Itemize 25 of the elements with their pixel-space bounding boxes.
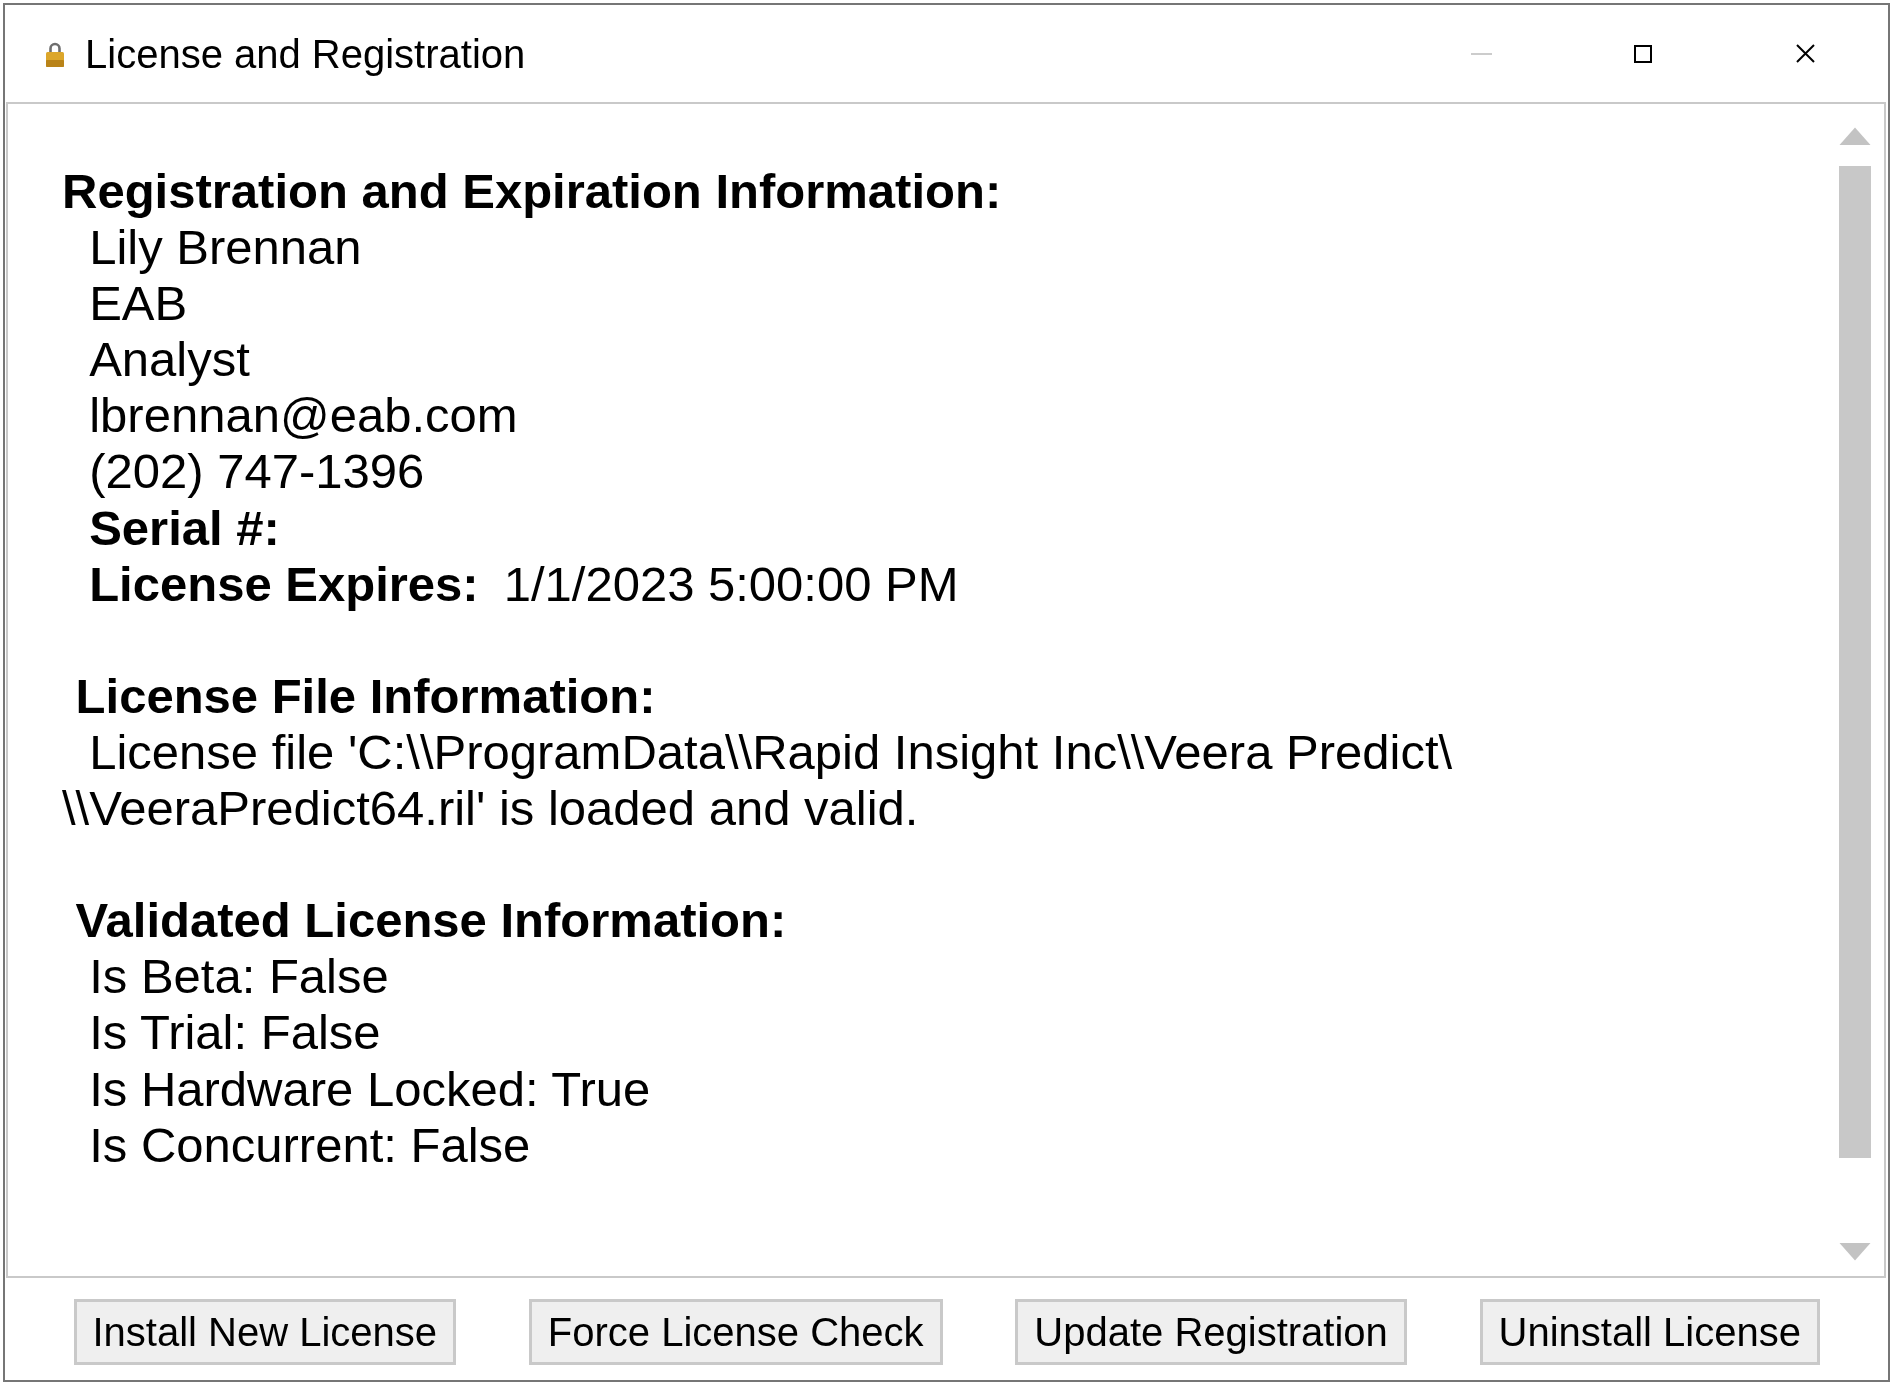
detail-text: Is Concurrent: False bbox=[89, 1117, 531, 1172]
license-file-text: License file 'C:\\ProgramData\\Rapid Insight Inc\\Veera Predict\\\VeeraPredict64.ril' is loaded and valid. bbox=[62, 723, 1454, 837]
dialog-button[interactable]: Force License Check bbox=[528, 1299, 943, 1365]
scroll-up-icon[interactable] bbox=[1839, 127, 1871, 145]
section-heading: License File Information: bbox=[75, 668, 656, 723]
window-title: License and Registration bbox=[85, 30, 526, 77]
detail-text: EAB bbox=[89, 276, 188, 331]
detail-text: Is Trial: False bbox=[89, 1005, 381, 1060]
lock-icon bbox=[46, 40, 64, 67]
dialog-button[interactable]: Install New License bbox=[73, 1299, 457, 1365]
detail-text: Is Hardware Locked: True bbox=[89, 1061, 651, 1116]
detail-text: Lily Brennan bbox=[89, 220, 362, 275]
scroll-down-icon[interactable] bbox=[1839, 1243, 1871, 1261]
scrollbar-thumb[interactable] bbox=[1839, 166, 1871, 1158]
section-heading: Registration and Expiration Information: bbox=[62, 164, 1002, 218]
detail-text: lbrennan@eab.com bbox=[89, 388, 518, 443]
detail-text: Analyst bbox=[89, 332, 250, 387]
detail-text: (202) 747-1396 bbox=[89, 444, 425, 499]
field-label: Serial #: bbox=[89, 500, 280, 555]
dialog-button[interactable]: Update Registration bbox=[1015, 1299, 1407, 1365]
field-value: 1/1/2023 5:00:00 PM bbox=[503, 556, 959, 611]
field-label: License Expires: bbox=[89, 556, 479, 611]
detail-text: Is Beta: False bbox=[89, 949, 389, 1004]
section-heading: Validated License Information: bbox=[75, 893, 787, 948]
dialog-button[interactable]: Uninstall License bbox=[1479, 1299, 1820, 1365]
